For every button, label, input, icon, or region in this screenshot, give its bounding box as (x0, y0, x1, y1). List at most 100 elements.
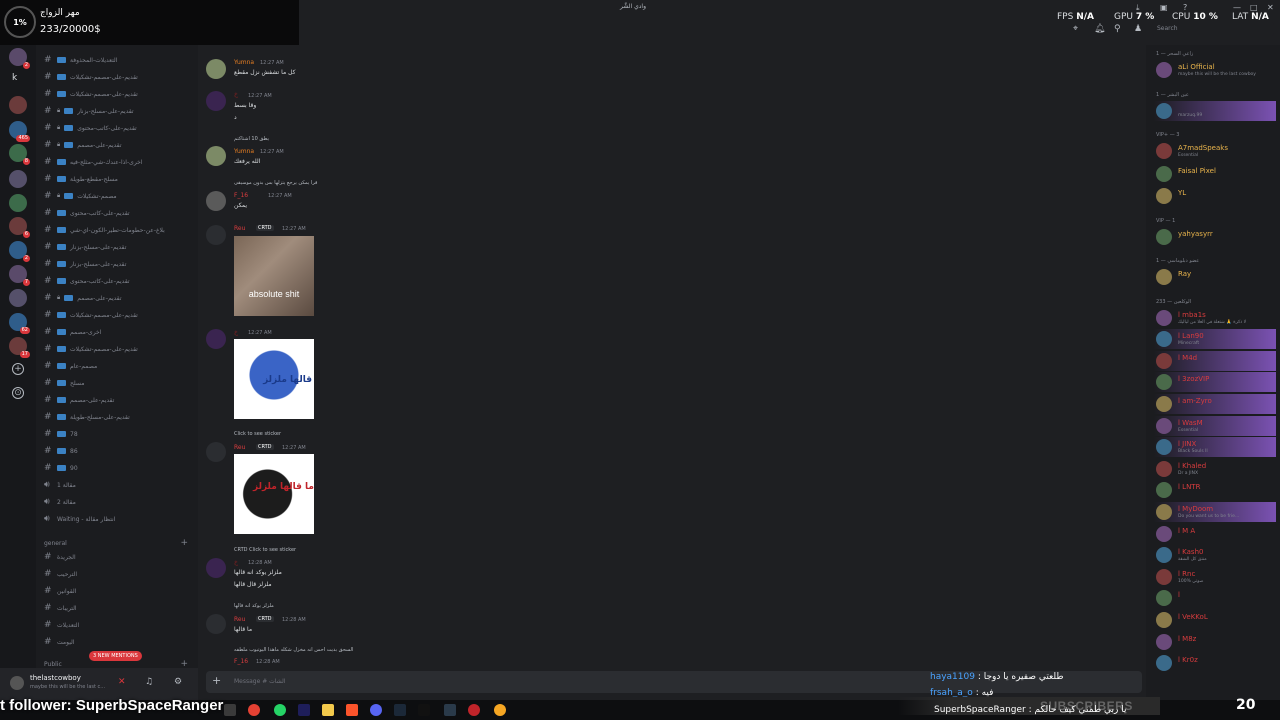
notification-icon[interactable]: 🔔︎ (1094, 24, 1105, 34)
channel-item[interactable]: # مصمم-عام (44, 359, 194, 373)
avatar[interactable] (206, 614, 226, 634)
explore-servers-icon[interactable]: ⊙ (12, 387, 24, 399)
member-item[interactable]: l Khaled Dr a JINX (1154, 459, 1276, 479)
voice-channel-item[interactable]: 🔊︎ مقالة 2 (44, 495, 194, 509)
member-item[interactable]: l LNTR (1154, 480, 1276, 500)
member-item[interactable]: Ray (1154, 267, 1276, 287)
member-item[interactable]: l JINX Black Souls II (1154, 437, 1276, 458)
message-author[interactable]: F_16 (234, 192, 248, 199)
mic-muted-icon[interactable]: ✕ (118, 677, 126, 687)
server-icon[interactable]: 2 (9, 48, 30, 69)
channel-item[interactable]: # الجريدة (44, 550, 194, 564)
server-icon[interactable]: 6 (9, 217, 30, 238)
reply-preview[interactable]: السحق بديت احس انه مخزل شكله ماهذا اليوت… (234, 647, 353, 653)
member-item[interactable]: aLi Official maybe this will be the last … (1154, 60, 1276, 80)
steam-icon[interactable] (394, 704, 406, 716)
whatsapp-icon[interactable] (274, 704, 286, 716)
new-mentions-badge[interactable]: 3 NEW MENTIONS (89, 651, 142, 661)
sticker-image[interactable]: ما قالها ملزلز (234, 454, 314, 534)
channel-item[interactable]: # التعديلات (44, 618, 194, 632)
server-icon[interactable]: 62 (9, 313, 30, 334)
avatar[interactable] (206, 191, 226, 211)
pin-icon[interactable]: ⚲ (1114, 24, 1121, 34)
channel-item[interactable]: # تقديم-على-كاتب-محتوى (44, 206, 194, 220)
channel-item[interactable]: # القوانين (44, 584, 194, 598)
help-icon[interactable]: ? (1183, 3, 1187, 12)
channel-item[interactable]: # اخرى-مصمم (44, 325, 194, 339)
member-item[interactable]: l WasM Essential (1154, 415, 1276, 436)
obs-icon[interactable] (468, 704, 480, 716)
channel-item[interactable]: # 🔒︎ تقديم-على-مصمم (44, 291, 194, 305)
channel-item[interactable]: # 🔒︎ تقديم-على-مسلح-بزنار (44, 104, 194, 118)
channel-item[interactable]: # تقديم-على-مسلح-بزنار (44, 240, 194, 254)
avatar[interactable] (206, 59, 226, 79)
app-icon[interactable] (494, 704, 506, 716)
server-icon[interactable] (9, 96, 27, 114)
sticker-image[interactable]: قالها ملزلز (234, 339, 314, 419)
chrome-icon[interactable] (248, 704, 260, 716)
member-item[interactable]: l (1154, 588, 1276, 608)
member-item[interactable]: l M4d (1154, 350, 1276, 371)
download-icon[interactable]: ⤓ (1136, 3, 1140, 13)
avatar[interactable] (206, 91, 226, 111)
channel-item[interactable]: # تقديم-على-مسلح-بزنار (44, 257, 194, 271)
message-author[interactable]: Yumna (234, 148, 254, 155)
server-letter-k[interactable]: k (12, 73, 17, 83)
reply-preview[interactable]: ملزلز يوكد انه قالها (234, 603, 274, 609)
add-channel-icon[interactable]: + (180, 538, 188, 548)
discord-icon[interactable] (370, 704, 382, 716)
category-public[interactable]: Public + (44, 659, 194, 669)
member-item[interactable]: l Rnc 100% صوتي (1154, 567, 1276, 587)
channel-item[interactable]: # 🔒︎ مصمم-تشكيلات (44, 189, 194, 203)
channel-item[interactable]: # مسلح (44, 376, 194, 390)
server-icon[interactable] (9, 170, 27, 188)
member-item[interactable]: l mba1s لا ذكرة 🙏 شتعلة في العلا من ليالي… (1154, 308, 1276, 328)
member-item[interactable]: yahyasyrr (1154, 227, 1276, 247)
server-icon[interactable]: 8 (9, 144, 30, 165)
channel-item[interactable]: # التعديلات-المحذوفة (44, 53, 194, 67)
channel-item[interactable]: # 🔒︎ تقديم-على-كاتب-محتوى (44, 121, 194, 135)
message-input[interactable]: Message # الشات (234, 678, 285, 685)
search-input[interactable]: Search (1152, 22, 1274, 36)
channel-item[interactable]: # تقديم-على-مصمم-تشكيلات (44, 87, 194, 101)
inbox-icon[interactable]: ▣ (1160, 3, 1168, 12)
member-item[interactable]: l MyDoom Do you want us to be frie... (1154, 501, 1276, 522)
member-item[interactable]: l Kr0z (1154, 653, 1276, 673)
message-author[interactable]: خ (234, 559, 238, 566)
member-item[interactable]: l am-Zyro (1154, 393, 1276, 414)
message-author[interactable]: خ (234, 329, 238, 336)
voice-channel-item[interactable]: 🔊︎ Waiting - انتظار مقالة (44, 512, 194, 526)
server-icon[interactable] (9, 289, 27, 307)
member-item[interactable]: l Kash0 منتق كل الشقة (1154, 545, 1276, 565)
member-item[interactable]: A7madSpeaks Essential (1154, 141, 1276, 161)
message-author[interactable]: Reu (234, 616, 245, 623)
add-server-icon[interactable]: + (12, 363, 24, 375)
reply-preview[interactable]: يطق 10 اشتاكتم (234, 136, 269, 142)
server-icon[interactable]: 7 (9, 265, 30, 286)
channel-item[interactable]: # اليومت (44, 635, 194, 649)
reply-preview[interactable]: CRTD Click to see sticker (234, 547, 296, 553)
channel-item[interactable]: # الترحيب (44, 567, 194, 581)
channel-item[interactable]: # تقديم-على-مصمم-تشكيلات (44, 308, 194, 322)
message-author[interactable]: Reu (234, 225, 245, 232)
folder-icon[interactable] (322, 704, 334, 716)
server-icon[interactable] (9, 194, 27, 212)
avatar[interactable] (206, 329, 226, 349)
reply-preview[interactable]: Click to see sticker (234, 431, 281, 437)
channel-item[interactable]: # مسلح-مقطع-طويلة (44, 172, 194, 186)
close-icon[interactable]: ✕ (1267, 3, 1274, 12)
member-item[interactable]: l M8z (1154, 632, 1276, 652)
member-item[interactable]: l M A (1154, 524, 1276, 544)
channel-item[interactable]: # تقديم-على-مصمم-تشكيلات (44, 70, 194, 84)
channel-item[interactable]: # بلاغ-عن-حطومات-تطير-الكون-اي-شي (44, 223, 194, 237)
gear-icon[interactable]: ⚙ (174, 677, 182, 687)
server-icon[interactable]: 465 (9, 121, 30, 142)
minimize-icon[interactable]: — (1233, 3, 1241, 12)
channel-item[interactable]: # 🔒︎ تقديم-على-مصمم (44, 138, 194, 152)
maximize-icon[interactable]: □ (1250, 3, 1258, 12)
avatar[interactable] (206, 225, 226, 245)
message-author[interactable]: Yumna (234, 59, 254, 66)
file-explorer-icon[interactable] (224, 704, 236, 716)
member-item[interactable]: Faisal Pixel (1154, 164, 1276, 184)
message-author[interactable]: Reu (234, 444, 245, 451)
